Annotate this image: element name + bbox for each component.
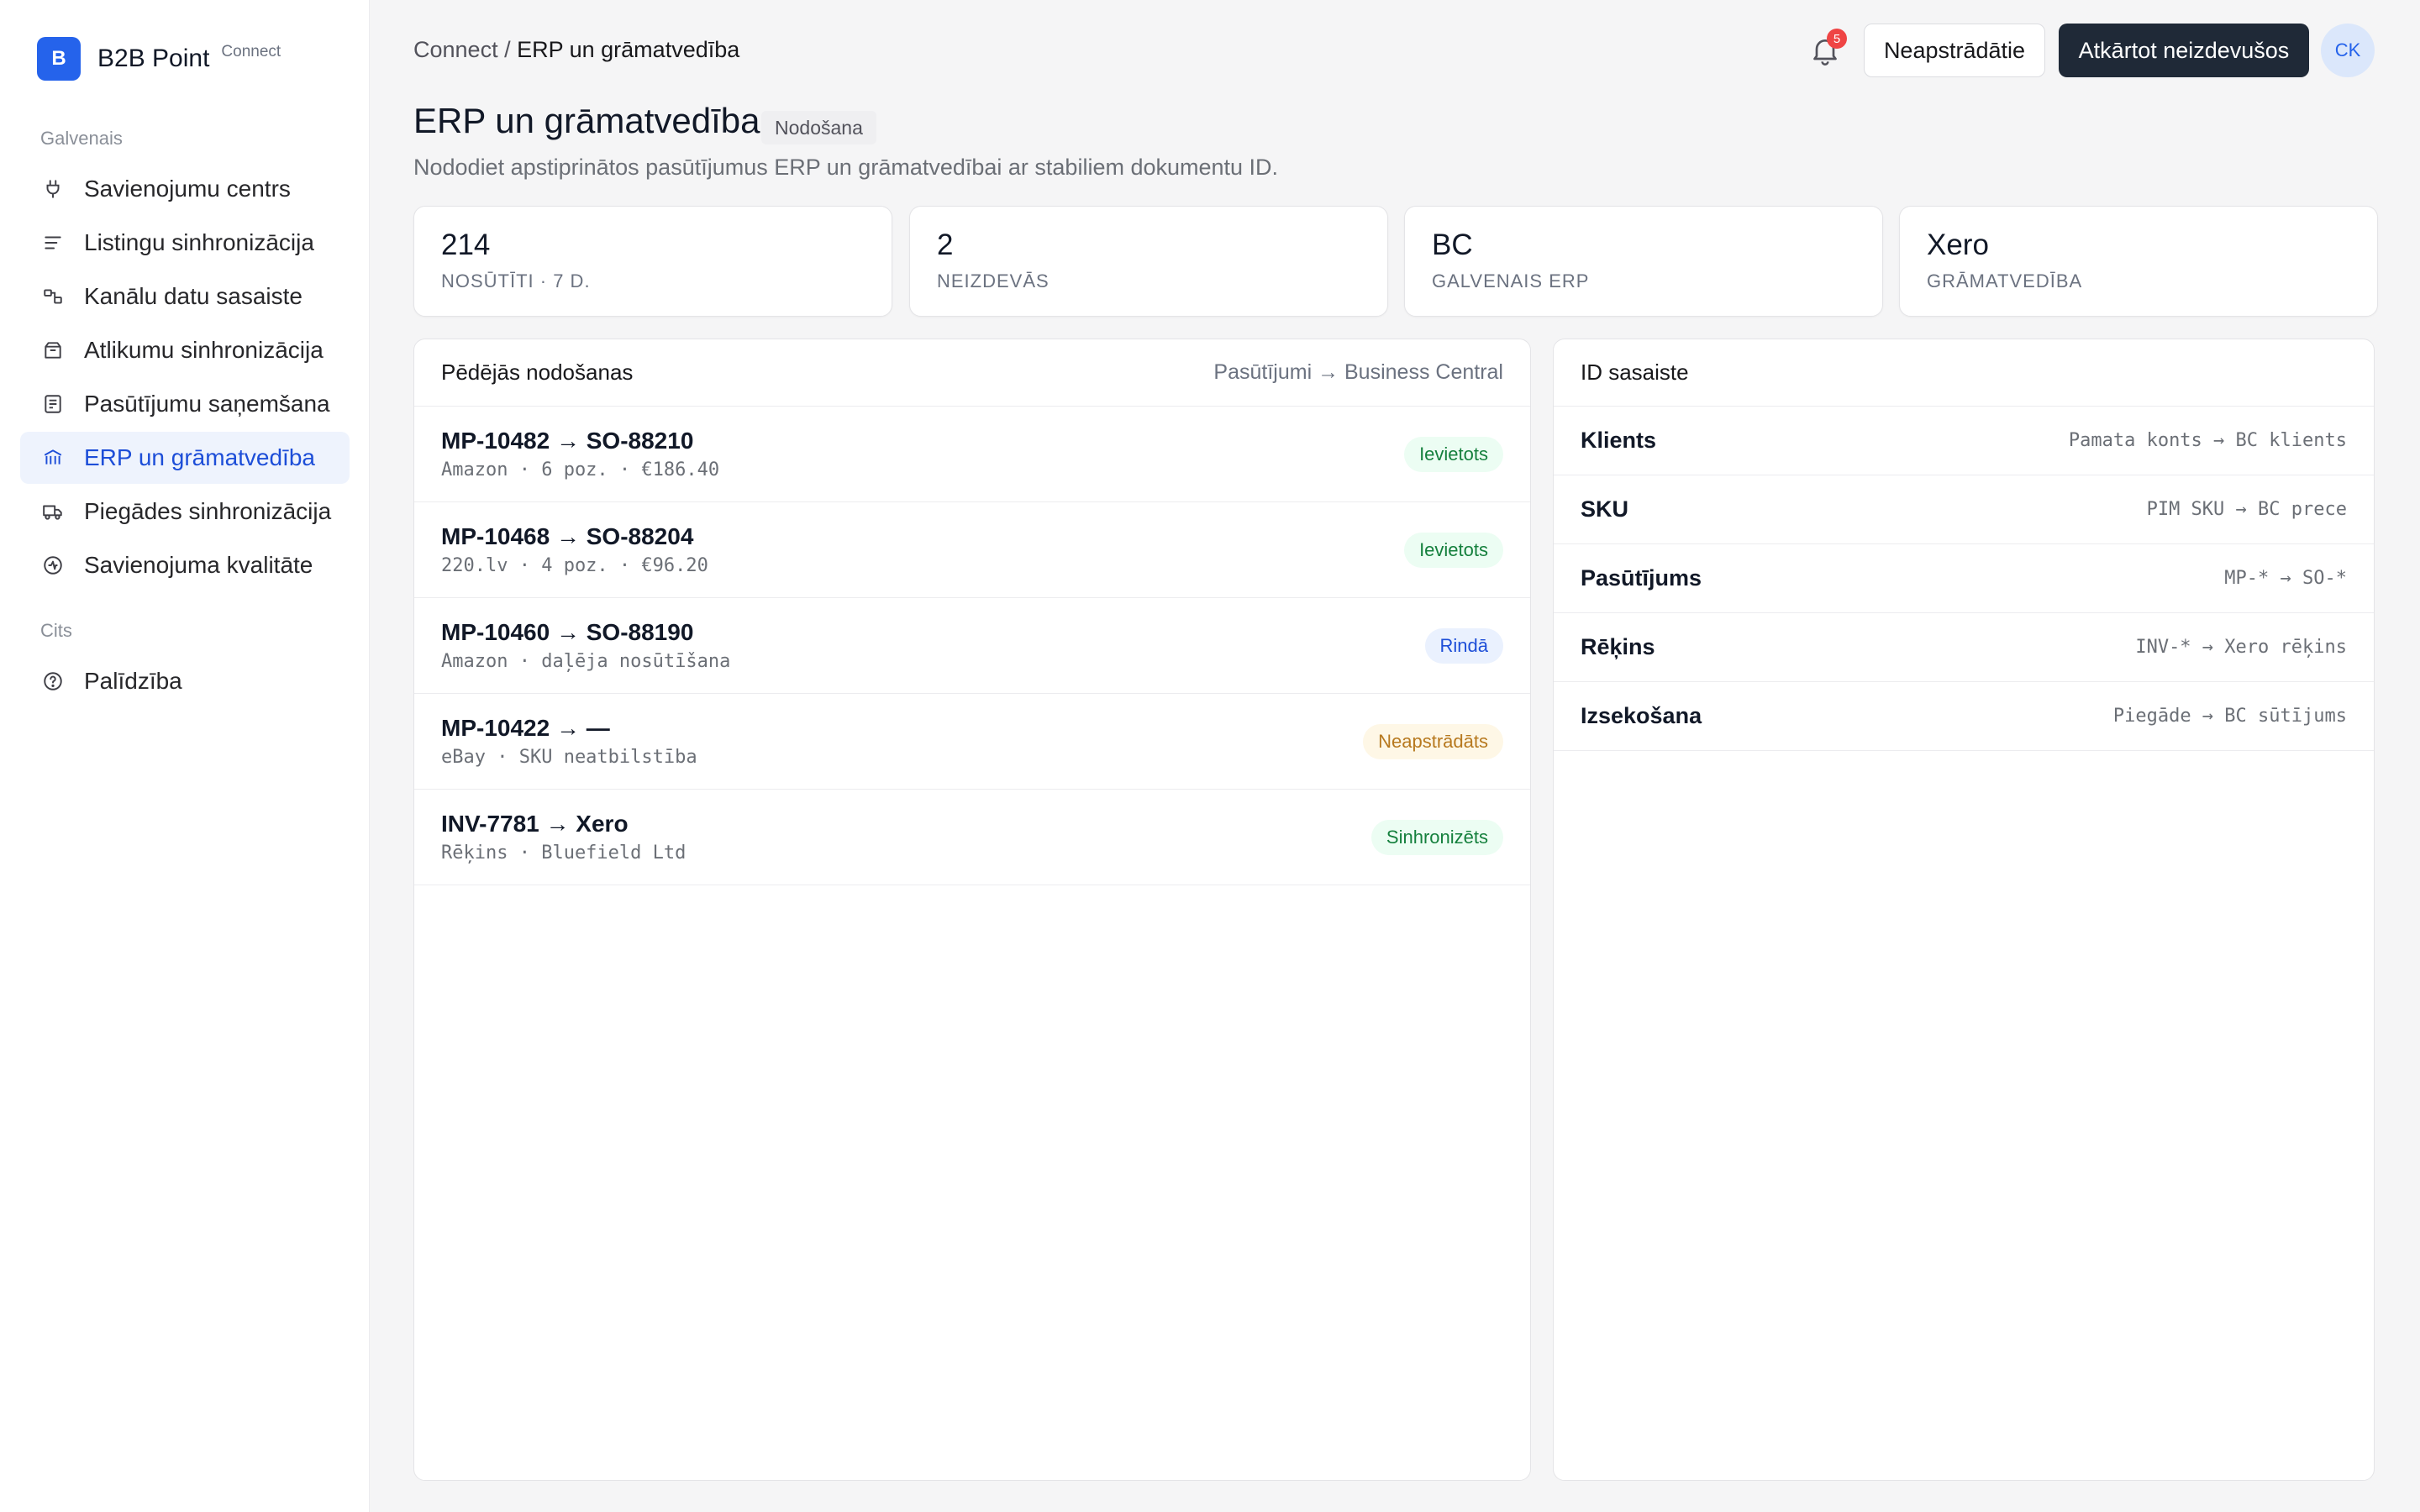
transfer-details: Amazon · daļēja nosūtīšana (441, 651, 731, 672)
status-badge: Ievietots (1404, 436, 1503, 472)
status-badge: Neapstrādāts (1363, 723, 1503, 759)
kpi-value: 214 (441, 228, 491, 261)
sidebar-item-label: ERP un grāmatvedība (84, 444, 315, 470)
breadcrumb-current: ERP un grāmatvedība (517, 37, 740, 62)
brand[interactable]: B B2B Point Connect (37, 37, 281, 81)
mapping-key: SKU (1581, 496, 1629, 522)
mapping-key: Pasūtījums (1581, 565, 1702, 591)
status-badge: Ievietots (1404, 532, 1503, 568)
transfer-ids: MP-10422 → — (441, 715, 610, 741)
breadcrumb: Connect / ERP un grāmatvedība (413, 37, 739, 63)
status-badge: Sinhronizēts (1370, 819, 1503, 855)
link-map-icon (42, 286, 64, 307)
kpi-value: 2 (937, 228, 954, 261)
kpi-card-failed: 2 NEIZDEVĀS (909, 206, 1388, 317)
sidebar-item-connection-quality[interactable]: Savienojuma kvalitāte (20, 539, 350, 591)
kpi-label: GALVENAIS ERP (1432, 270, 1590, 291)
sidebar-item-label: Savienojuma kvalitāte (84, 552, 313, 578)
sidebar-item-connections[interactable]: Savienojumu centrs (20, 163, 350, 215)
mapping-value: PIM SKU → BC prece (2146, 499, 2347, 520)
kpi-card-sent: 214 NOSŪTĪTI · 7 D. (413, 206, 892, 317)
transfer-ids: MP-10482 → SO-88210 (441, 428, 694, 454)
unprocessed-button[interactable]: Neapstrādātie (1864, 24, 2045, 77)
transfer-ids: INV-7781 → Xero (441, 811, 629, 837)
sidebar-item-stock-sync[interactable]: Atlikumu sinhronizācija (20, 324, 350, 376)
sidebar-item-shipping-sync[interactable]: Piegādes sinhronizācija (20, 486, 350, 538)
page-subtitle: Nododiet apstiprinātos pasūtījumus ERP u… (413, 155, 1279, 180)
sidebar-item-channel-mapping[interactable]: Kanālu datu sasaiste (20, 270, 350, 323)
mapping-value: Pamata konts → BC klients (2068, 430, 2347, 451)
order-icon (42, 393, 64, 415)
mapping-key: Klients (1581, 428, 1657, 453)
mapping-value: Piegāde → BC sūtījums (2112, 706, 2347, 727)
mapping-row: Klients Pamata konts → BC klients (1554, 407, 2374, 475)
sidebar-item-label: Kanālu datu sasaiste (84, 283, 302, 309)
panel-header: Pēdējās nodošanas Pasūtījumi → Business … (414, 339, 1530, 407)
kpi-card-accounting: Xero GRĀMATVEDĪBA (1899, 206, 2378, 317)
brand-name: B2B Point (97, 45, 210, 72)
sidebar-item-order-intake[interactable]: Pasūtījumu saņemšana (20, 378, 350, 430)
transfer-details: Rēķins · Bluefield Ltd (441, 843, 687, 864)
brand-subtitle: Connect (221, 43, 281, 60)
transfer-details: eBay · SKU neatbilstība (441, 747, 697, 768)
list-item[interactable]: MP-10460 → SO-88190 Amazon · daļēja nosū… (414, 598, 1530, 694)
sidebar-item-label: Pasūtījumu saņemšana (84, 391, 330, 417)
lines-icon (42, 232, 64, 254)
panel-meta: Pasūtījumi → Business Central (1213, 360, 1503, 384)
box-icon (42, 339, 64, 361)
transfer-ids: MP-10460 → SO-88190 (441, 619, 694, 645)
kpi-value: BC (1432, 228, 1473, 261)
nav-section-main: Galvenais (40, 128, 123, 149)
kpi-label: GRĀMATVEDĪBA (1927, 270, 2083, 291)
pulse-icon (42, 554, 64, 576)
panel-header: ID sasaiste (1554, 339, 2374, 407)
recent-transfers-panel: Pēdējās nodošanas Pasūtījumi → Business … (413, 339, 1531, 1481)
list-item[interactable]: MP-10482 → SO-88210 Amazon · 6 poz. · €1… (414, 407, 1530, 502)
mapping-row: Izsekošana Piegāde → BC sūtījums (1554, 682, 2374, 751)
id-mapping-panel: ID sasaiste Klients Pamata konts → BC kl… (1553, 339, 2375, 1481)
sidebar-item-label: Palīdzība (84, 668, 182, 694)
kpi-value: Xero (1927, 228, 1989, 261)
page-title: ERP un grāmatvedība (413, 101, 760, 140)
transfer-details: 220.lv · 4 poz. · €96.20 (441, 555, 708, 576)
mapping-key: Rēķins (1581, 634, 1655, 659)
list-item[interactable]: MP-10468 → SO-88204 220.lv · 4 poz. · €9… (414, 502, 1530, 598)
mapping-key: Izsekošana (1581, 703, 1702, 728)
sidebar: B B2B Point Connect Galvenais Savienojum… (0, 0, 370, 1512)
sidebar-item-label: Atlikumu sinhronizācija (84, 337, 324, 363)
help-icon (42, 670, 64, 692)
transfer-ids: MP-10468 → SO-88204 (441, 523, 694, 549)
breadcrumb-root[interactable]: Connect / (413, 37, 511, 62)
mapping-row: Rēķins INV-* → Xero rēķins (1554, 613, 2374, 682)
mapping-row: SKU PIM SKU → BC prece (1554, 475, 2374, 544)
list-item[interactable]: INV-7781 → Xero Rēķins · Bluefield Ltd S… (414, 790, 1530, 885)
sidebar-item-erp-accounting[interactable]: ERP un grāmatvedība (20, 432, 350, 484)
sidebar-item-label: Listingu sinhronizācija (84, 229, 314, 255)
bank-icon (42, 447, 64, 469)
mapping-value: MP-* → SO-* (2224, 568, 2347, 589)
brand-logo: B (37, 37, 81, 81)
kpi-label: NEIZDEVĀS (937, 270, 1050, 291)
truck-icon (42, 501, 64, 522)
panel-title: ID sasaiste (1581, 360, 1689, 385)
notification-count-badge: 5 (1827, 29, 1847, 49)
sidebar-item-listings[interactable]: Listingu sinhronizācija (20, 217, 350, 269)
status-badge: Nodošana (761, 111, 876, 144)
avatar[interactable]: CK (2321, 24, 2375, 77)
sidebar-item-help[interactable]: Palīdzība (20, 655, 350, 707)
list-item[interactable]: MP-10422 → — eBay · SKU neatbilstība Nea… (414, 694, 1530, 790)
status-badge: Rindā (1424, 627, 1503, 664)
mapping-value: INV-* → Xero rēķins (2135, 637, 2347, 658)
transfer-details: Amazon · 6 poz. · €186.40 (441, 459, 720, 480)
kpi-label: NOSŪTĪTI · 7 D. (441, 270, 591, 291)
plug-icon (42, 178, 64, 200)
sidebar-item-label: Piegādes sinhronizācija (84, 498, 332, 524)
panel-title: Pēdējās nodošanas (441, 360, 634, 385)
retry-failed-button[interactable]: Atkārtot neizdevušos (2059, 24, 2309, 77)
kpi-card-main-erp: BC GALVENAIS ERP (1404, 206, 1883, 317)
nav-section-other: Cits (40, 620, 72, 641)
mapping-row: Pasūtījums MP-* → SO-* (1554, 544, 2374, 613)
sidebar-item-label: Savienojumu centrs (84, 176, 291, 202)
